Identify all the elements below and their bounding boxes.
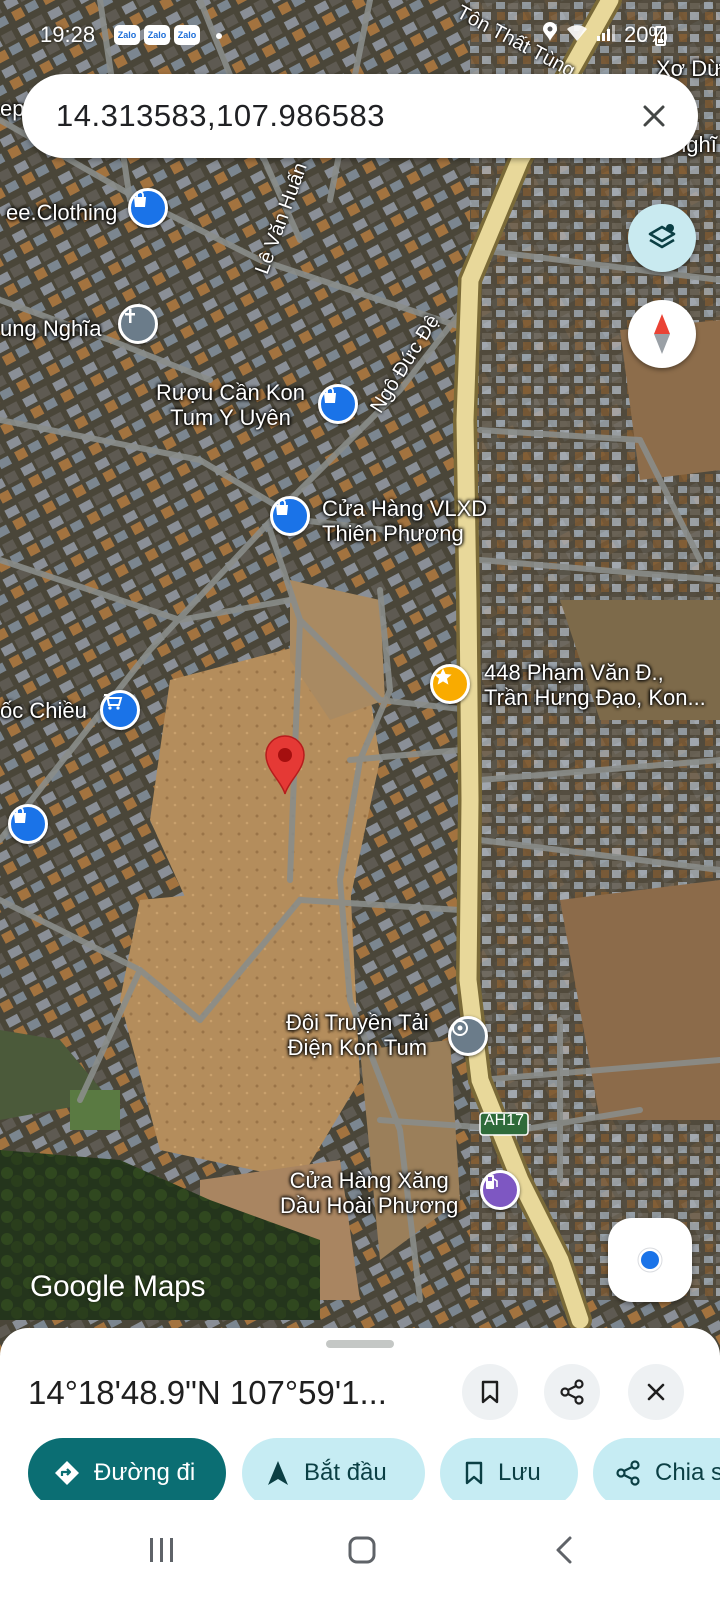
- wifi-icon: [566, 22, 588, 48]
- shopping-bag-icon[interactable]: [270, 496, 310, 536]
- navigation-arrow-icon: [266, 1460, 290, 1486]
- back-button[interactable]: [534, 1530, 594, 1570]
- place-label-vlxd[interactable]: Cửa Hàng VLXD Thiên Phương: [322, 496, 487, 546]
- shopping-bag-icon[interactable]: [8, 804, 48, 844]
- save-label: Lưu: [498, 1459, 541, 1486]
- gas-station-icon[interactable]: [480, 1170, 520, 1210]
- recents-icon: [150, 1538, 173, 1562]
- clear-search-button[interactable]: [632, 94, 676, 138]
- system-navigation-bar: [0, 1500, 720, 1601]
- google-maps-logo: Google Maps: [30, 1270, 206, 1303]
- shopping-bag-icon[interactable]: [318, 384, 358, 424]
- shopping-bag-icon[interactable]: [128, 188, 168, 228]
- notification-dot-icon: [216, 33, 222, 39]
- church-cross-icon[interactable]: [118, 304, 158, 344]
- status-indicators: 20%: [542, 22, 668, 48]
- dropped-pin-icon[interactable]: [262, 734, 308, 796]
- pin-dot-icon[interactable]: [448, 1016, 488, 1056]
- my-location-button[interactable]: [608, 1218, 692, 1302]
- zalo-notification-icon: Zalo: [114, 25, 140, 45]
- status-bar: 19:28 Zalo Zalo Zalo 20%: [0, 0, 720, 64]
- directions-label: Đường đi: [94, 1459, 196, 1486]
- save-button[interactable]: Lưu: [440, 1438, 578, 1508]
- location-icon: [542, 22, 558, 48]
- share-button[interactable]: Chia s: [593, 1438, 720, 1508]
- share-label: Chia s: [655, 1459, 720, 1486]
- share-icon-button[interactable]: [544, 1364, 600, 1420]
- close-icon: [647, 1383, 665, 1401]
- status-time: 19:28: [40, 22, 96, 47]
- home-button[interactable]: [332, 1530, 392, 1570]
- drag-handle[interactable]: [326, 1340, 394, 1348]
- search-query[interactable]: 14.313583,107.986583: [56, 98, 385, 134]
- home-icon: [348, 1536, 376, 1564]
- directions-icon: [54, 1460, 80, 1486]
- layers-icon: [648, 224, 676, 249]
- place-label-ruou-can[interactable]: Rượu Cần Kon Tum Y Uyên: [156, 380, 305, 430]
- back-chevron-icon: [556, 1536, 572, 1564]
- share-icon: [560, 1379, 584, 1405]
- close-icon: [643, 105, 665, 127]
- start-label: Bắt đầu: [304, 1459, 387, 1486]
- recent-apps-button[interactable]: [132, 1530, 192, 1570]
- place-label-ung-nghia[interactable]: ung Nghĩa: [0, 316, 102, 341]
- bookmark-icon: [481, 1380, 499, 1404]
- search-bar[interactable]: 14.313583,107.986583: [22, 74, 698, 158]
- place-label-pham-van-dong[interactable]: 448 Phạm Văn Đ., Trần Hưng Đạo, Kon...: [484, 660, 706, 710]
- shopping-cart-icon[interactable]: [100, 690, 140, 730]
- close-sheet-button[interactable]: [628, 1364, 684, 1420]
- coordinates-title: 14°18'48.9"N 107°59'1...: [28, 1374, 387, 1411]
- zalo-notification-icon: Zalo: [174, 25, 200, 45]
- road-shield-label: AH17: [484, 1112, 525, 1129]
- compass-button[interactable]: [628, 300, 696, 368]
- share-icon: [615, 1460, 641, 1486]
- battery-icon: [655, 26, 666, 46]
- compass-icon: [654, 314, 670, 354]
- place-label-oc-chieu[interactable]: ốc Chiều: [0, 698, 87, 723]
- directions-button[interactable]: Đường đi: [28, 1438, 226, 1508]
- map-layers-button[interactable]: [628, 204, 696, 272]
- start-navigation-button[interactable]: Bắt đầu: [242, 1438, 425, 1508]
- place-label-clothing[interactable]: ee.Clothing: [6, 200, 117, 225]
- place-label-xang-dau[interactable]: Cửa Hàng Xăng Dầu Hoài Phương: [280, 1168, 458, 1218]
- edge-label-ep: ep: [0, 96, 25, 121]
- my-location-icon: [637, 1247, 663, 1273]
- save-icon-button[interactable]: [462, 1364, 518, 1420]
- bookmark-icon: [464, 1461, 484, 1485]
- place-label-doi-truyen-tai[interactable]: Đội Truyền Tải Điện Kon Tum: [286, 1010, 429, 1060]
- zalo-notification-icon: Zalo: [144, 25, 170, 45]
- signal-icon: [596, 22, 616, 48]
- star-icon[interactable]: [430, 664, 470, 704]
